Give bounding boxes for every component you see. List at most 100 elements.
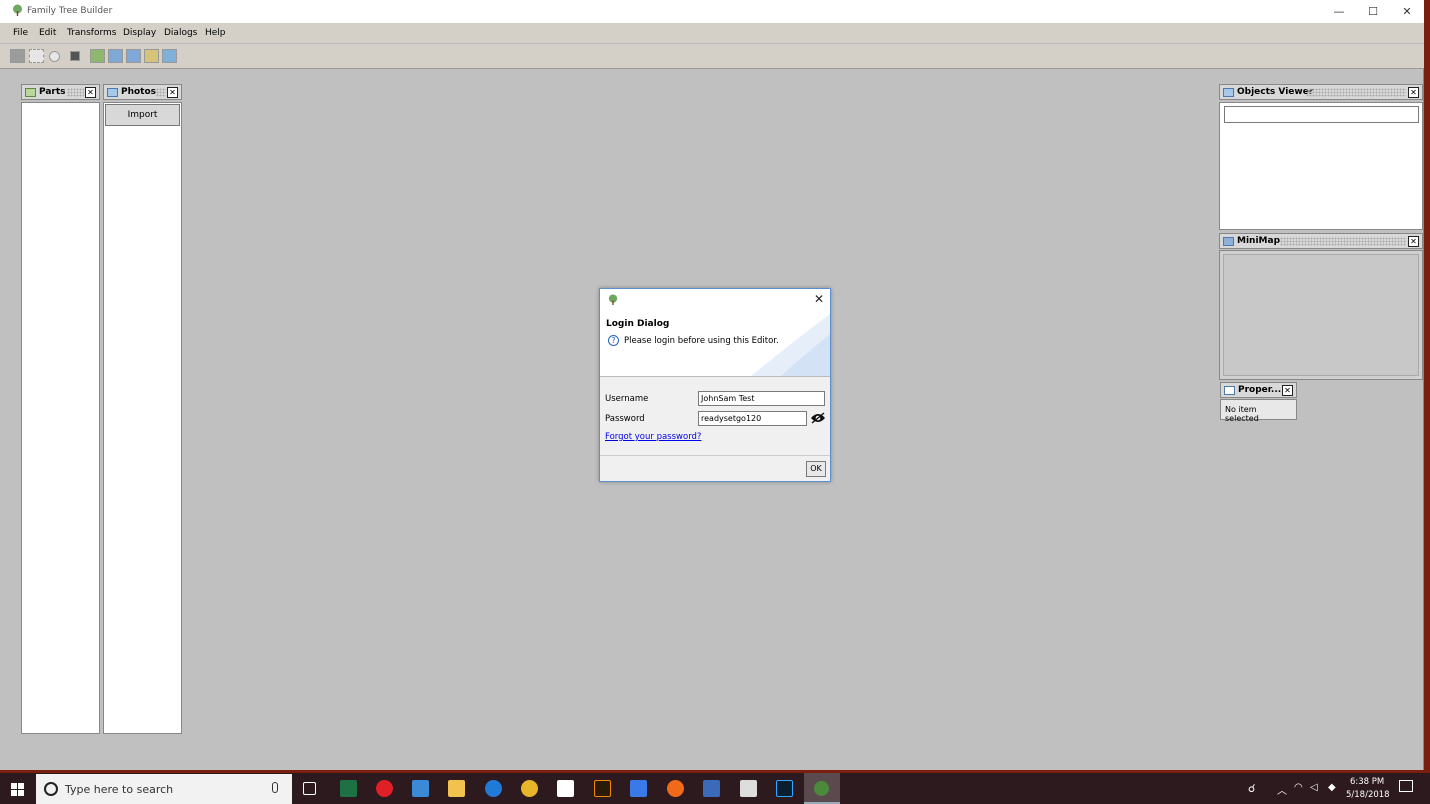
people-icon[interactable]: ☌ — [1248, 782, 1255, 795]
clock-date[interactable]: 5/18/2018 — [1346, 790, 1390, 800]
title-bar: Family Tree Builder — ☐ ✕ — [0, 0, 1424, 23]
list-view-icon[interactable] — [126, 49, 141, 63]
divider — [600, 455, 830, 456]
toolbar — [0, 44, 1424, 69]
maximize-button[interactable]: ☐ — [1356, 0, 1390, 23]
microphone-icon[interactable] — [272, 782, 278, 793]
search-placeholder: Type here to search — [65, 783, 174, 796]
menu-display[interactable]: Display — [123, 28, 156, 38]
marquee-select-icon[interactable] — [29, 49, 44, 63]
window-title: Family Tree Builder — [27, 6, 113, 16]
minimap-title: MiniMap — [1237, 236, 1281, 246]
family-tree-builder-icon — [814, 781, 829, 796]
objects-search-input[interactable] — [1224, 106, 1419, 123]
properties-status: No item selected — [1220, 399, 1297, 423]
stop-icon[interactable] — [70, 51, 80, 61]
notifications-icon[interactable] — [1399, 780, 1413, 792]
close-icon[interactable]: ✕ — [1282, 385, 1293, 396]
photos-panel-header[interactable]: Photos ✕ — [103, 84, 182, 100]
illustrator-icon[interactable] — [594, 780, 611, 797]
dialog-header: ✕ Login Dialog ? Please login before usi… — [600, 289, 830, 377]
parts-panel — [21, 102, 100, 734]
login-dialog: ✕ Login Dialog ? Please login before usi… — [599, 288, 831, 482]
ok-button[interactable]: OK — [806, 461, 826, 477]
store-icon[interactable] — [557, 780, 574, 797]
edge-icon[interactable] — [485, 780, 502, 797]
dialog-message: Please login before using this Editor. — [624, 336, 779, 346]
wifi-icon[interactable]: ◠ — [1294, 782, 1303, 793]
photos-icon — [107, 88, 118, 97]
password-label: Password — [605, 414, 645, 424]
forgot-password-link[interactable]: Forgot your password? — [605, 432, 701, 442]
minimap-icon — [1223, 237, 1234, 246]
clock-time[interactable]: 6:38 PM — [1350, 777, 1384, 787]
objects-viewer-header[interactable]: Objects Viewer ✕ — [1219, 84, 1423, 100]
chrome-icon[interactable] — [521, 780, 538, 797]
drag-grip[interactable] — [1306, 88, 1406, 97]
objects-viewer-icon — [1223, 88, 1234, 97]
minimap-canvas[interactable] — [1223, 254, 1419, 376]
layout-view-icon[interactable] — [90, 49, 105, 63]
menu-help[interactable]: Help — [205, 28, 226, 38]
close-window-button[interactable]: ✕ — [1390, 0, 1424, 23]
taskbar-search[interactable]: Type here to search — [36, 774, 292, 804]
close-icon[interactable]: ✕ — [85, 87, 96, 98]
task-view-icon[interactable] — [303, 782, 316, 795]
app-window: Family Tree Builder — ☐ ✕ File Edit Tran… — [0, 0, 1424, 770]
close-icon[interactable]: ✕ — [1408, 87, 1419, 98]
windows-start-icon[interactable] — [11, 783, 24, 796]
active-app-tab[interactable] — [804, 773, 840, 804]
menu-transforms[interactable]: Transforms — [67, 28, 116, 38]
dropbox-tray-icon[interactable]: ◆ — [1328, 782, 1336, 793]
photoshop-icon[interactable] — [776, 780, 793, 797]
question-icon: ? — [608, 335, 619, 346]
menu-edit[interactable]: Edit — [39, 28, 56, 38]
menu-bar: File Edit Transforms Display Dialogs Hel… — [0, 23, 1424, 44]
objects-viewer-title: Objects Viewer — [1237, 87, 1314, 97]
volume-icon[interactable]: ◁ — [1310, 782, 1318, 793]
tree-view-icon[interactable] — [108, 49, 123, 63]
minimap-header[interactable]: MiniMap ✕ — [1219, 233, 1423, 249]
close-icon[interactable]: ✕ — [1408, 236, 1419, 247]
drag-grip[interactable] — [1280, 237, 1406, 246]
close-icon[interactable]: ✕ — [167, 87, 178, 98]
excel-icon[interactable] — [340, 780, 357, 797]
properties-icon — [1224, 386, 1235, 395]
parts-icon — [25, 88, 36, 97]
import-button[interactable]: Import — [105, 104, 180, 126]
word-icon[interactable] — [703, 780, 720, 797]
parts-panel-header[interactable]: Parts ✕ — [21, 84, 100, 100]
taskbar: Type here to search ☌ ︿ ◠ ◁ ◆ 6:38 PM 5/… — [0, 773, 1430, 804]
firefox-icon[interactable] — [667, 780, 684, 797]
creative-cloud-icon[interactable] — [376, 780, 393, 797]
dropbox-icon[interactable] — [630, 780, 647, 797]
objects-viewer-panel — [1219, 102, 1423, 230]
minimize-button[interactable]: — — [1322, 0, 1356, 23]
drag-grip[interactable] — [67, 88, 84, 97]
calculator-icon[interactable] — [740, 780, 757, 797]
parts-panel-title: Parts — [39, 87, 66, 97]
photos-panel: Import — [103, 102, 182, 734]
zoom-tool-icon[interactable] — [49, 51, 60, 62]
tree-app-icon — [13, 4, 22, 16]
pointer-tool-icon[interactable] — [10, 49, 25, 63]
photos-panel-title: Photos — [121, 87, 157, 97]
drag-grip[interactable] — [156, 88, 166, 97]
username-field[interactable]: JohnSam Test — [698, 391, 825, 406]
close-icon[interactable]: ✕ — [814, 292, 824, 306]
chart-view-icon[interactable] — [144, 49, 159, 63]
cortana-icon — [44, 782, 58, 796]
app-k-icon[interactable] — [412, 780, 429, 797]
chevron-up-icon[interactable]: ︿ — [1277, 782, 1287, 797]
username-label: Username — [605, 394, 649, 404]
password-field[interactable]: readysetgo120 — [698, 411, 807, 426]
menu-dialogs[interactable]: Dialogs — [164, 28, 197, 38]
tree-app-icon — [608, 294, 618, 306]
display-view-icon[interactable] — [162, 49, 177, 63]
properties-title: Proper... — [1238, 385, 1282, 395]
show-password-eye-icon[interactable] — [810, 412, 826, 424]
properties-header[interactable]: Proper... ✕ — [1220, 382, 1297, 398]
file-explorer-icon[interactable] — [448, 780, 465, 797]
menu-file[interactable]: File — [13, 28, 28, 38]
minimap-panel[interactable] — [1219, 250, 1423, 380]
